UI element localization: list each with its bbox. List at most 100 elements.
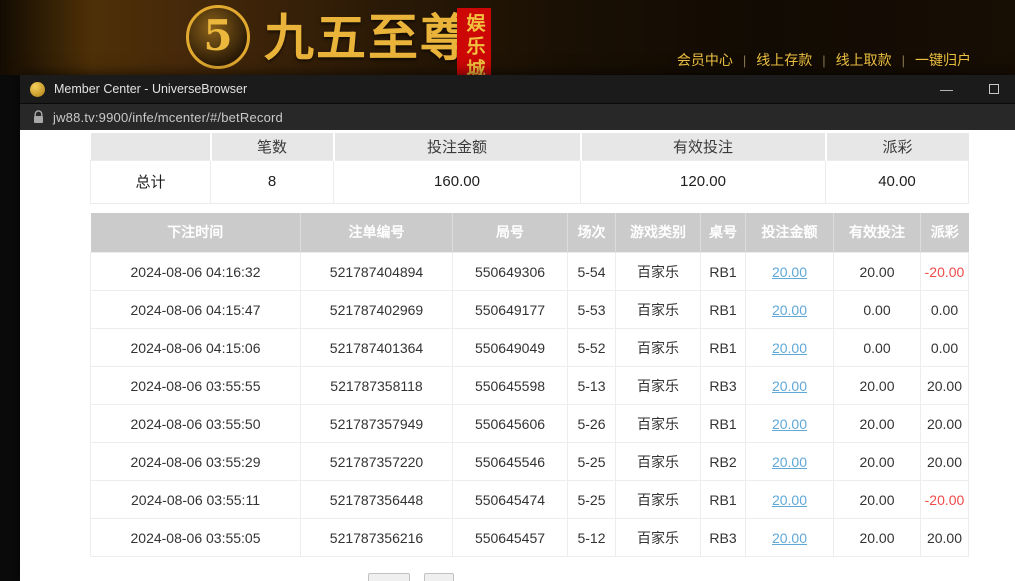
table-id-cell: RB3 [701, 519, 746, 557]
bet-table-header-cell: 派彩 [921, 213, 969, 253]
window-favicon-icon [30, 82, 45, 97]
summary-payout: 40.00 [826, 160, 969, 203]
session-cell: 5-25 [568, 443, 616, 481]
summary-header-cell: 笔数 [211, 133, 334, 160]
nav-online-withdraw[interactable]: 线上取款 [836, 50, 892, 70]
bet-table-header-cell: 有效投注 [834, 213, 921, 253]
bet-time-cell: 2024-08-06 04:15:06 [91, 329, 301, 367]
bet-time-cell: 2024-08-06 04:16:32 [91, 253, 301, 291]
address-bar[interactable]: jw88.tv:9900/infe/mcenter/#/betRecord [20, 103, 1015, 130]
bet-table-header-cell: 场次 [568, 213, 616, 253]
table-id-cell: RB1 [701, 405, 746, 443]
summary-header-row: 笔数投注金额有效投注派彩 [91, 133, 969, 160]
bet-id-cell: 521787356448 [301, 481, 453, 519]
bet-time-cell: 2024-08-06 04:15:47 [91, 291, 301, 329]
bet-time-cell: 2024-08-06 03:55:29 [91, 443, 301, 481]
window-titlebar[interactable]: Member Center - UniverseBrowser — [20, 75, 1015, 103]
summary-total-row: 总计 8 160.00 120.00 40.00 [91, 160, 969, 203]
summary-total-label: 总计 [91, 160, 211, 203]
maximize-button[interactable] [989, 83, 999, 96]
table-row: 2024-08-06 03:55:05521787356216550645457… [91, 519, 969, 557]
bet-amount-link[interactable]: 20.00 [746, 443, 834, 481]
lock-icon [33, 110, 44, 124]
round-id-cell: 550645598 [453, 367, 568, 405]
summary-count: 8 [211, 160, 334, 203]
summary-header-cell: 派彩 [826, 133, 969, 160]
valid-bet-cell: 20.00 [834, 367, 921, 405]
payout-cell: 0.00 [921, 291, 969, 329]
session-cell: 5-53 [568, 291, 616, 329]
bet-id-cell: 521787357949 [301, 405, 453, 443]
coin-glyph: 5 [203, 11, 232, 60]
bet-id-cell: 521787358118 [301, 367, 453, 405]
valid-bet-cell: 20.00 [834, 405, 921, 443]
game-type-cell: 百家乐 [616, 519, 701, 557]
round-id-cell: 550645457 [453, 519, 568, 557]
bet-id-cell: 521787404894 [301, 253, 453, 291]
bet-amount-link[interactable]: 20.00 [746, 329, 834, 367]
bet-amount-link[interactable]: 20.00 [746, 519, 834, 557]
bet-table-body: 2024-08-06 04:16:32521787404894550649306… [91, 253, 969, 557]
summary-valid-bet: 120.00 [581, 160, 826, 203]
table-row: 2024-08-06 03:55:11521787356448550645474… [91, 481, 969, 519]
bet-amount-link[interactable]: 20.00 [746, 405, 834, 443]
maximize-icon [989, 84, 999, 94]
table-id-cell: RB1 [701, 291, 746, 329]
payout-cell: -20.00 [921, 481, 969, 519]
table-id-cell: RB2 [701, 443, 746, 481]
window-controls: — [940, 83, 1005, 96]
summary-table: 笔数投注金额有效投注派彩 总计 8 160.00 120.00 40.00 [90, 133, 969, 204]
valid-bet-cell: 20.00 [834, 253, 921, 291]
game-type-cell: 百家乐 [616, 481, 701, 519]
session-cell: 5-13 [568, 367, 616, 405]
payout-cell: 20.00 [921, 443, 969, 481]
payout-cell: 20.00 [921, 405, 969, 443]
bet-table-header-cell: 桌号 [701, 213, 746, 253]
game-type-cell: 百家乐 [616, 329, 701, 367]
bet-amount-link[interactable]: 20.00 [746, 367, 834, 405]
round-id-cell: 550649306 [453, 253, 568, 291]
payout-cell: -20.00 [921, 253, 969, 291]
table-row: 2024-08-06 03:55:29521787357220550645546… [91, 443, 969, 481]
session-cell: 5-52 [568, 329, 616, 367]
bet-time-cell: 2024-08-06 03:55:50 [91, 405, 301, 443]
session-cell: 5-54 [568, 253, 616, 291]
minimize-button[interactable]: — [940, 83, 953, 96]
nav-separator: | [902, 53, 905, 68]
nav-one-key-transfer[interactable]: 一键归户 [915, 50, 971, 70]
bet-amount-link[interactable]: 20.00 [746, 253, 834, 291]
site-logo-title: 九五至尊 [264, 8, 472, 68]
summary-header-cell: 投注金额 [334, 133, 581, 160]
valid-bet-cell: 20.00 [834, 481, 921, 519]
table-row: 2024-08-06 03:55:55521787358118550645598… [91, 367, 969, 405]
round-id-cell: 550645474 [453, 481, 568, 519]
table-id-cell: RB3 [701, 367, 746, 405]
table-id-cell: RB1 [701, 253, 746, 291]
top-nav: 会员中心 | 线上存款 | 线上取款 | 一键归户 [677, 50, 971, 70]
site-logo-coin-icon: 5 [186, 5, 250, 69]
bet-id-cell: 521787356216 [301, 519, 453, 557]
bet-time-cell: 2024-08-06 03:55:55 [91, 367, 301, 405]
game-type-cell: 百家乐 [616, 405, 701, 443]
game-type-cell: 百家乐 [616, 291, 701, 329]
round-id-cell: 550645606 [453, 405, 568, 443]
pagination [368, 573, 454, 581]
nav-separator: | [743, 53, 746, 68]
pagination-button[interactable] [424, 573, 454, 581]
browser-window: Member Center - UniverseBrowser — jw88.t… [20, 75, 1015, 581]
session-cell: 5-25 [568, 481, 616, 519]
bet-table-header-cell: 下注时间 [91, 213, 301, 253]
nav-online-deposit[interactable]: 线上存款 [756, 50, 812, 70]
pagination-button[interactable] [368, 573, 410, 581]
url-text: jw88.tv:9900/infe/mcenter/#/betRecord [53, 110, 283, 125]
window-title: Member Center - UniverseBrowser [54, 82, 247, 96]
bet-time-cell: 2024-08-06 03:55:05 [91, 519, 301, 557]
nav-member-center[interactable]: 会员中心 [677, 50, 733, 70]
session-cell: 5-26 [568, 405, 616, 443]
table-id-cell: RB1 [701, 329, 746, 367]
table-row: 2024-08-06 03:55:50521787357949550645606… [91, 405, 969, 443]
bet-amount-link[interactable]: 20.00 [746, 481, 834, 519]
bet-table-header-cell: 局号 [453, 213, 568, 253]
table-id-cell: RB1 [701, 481, 746, 519]
bet-amount-link[interactable]: 20.00 [746, 291, 834, 329]
